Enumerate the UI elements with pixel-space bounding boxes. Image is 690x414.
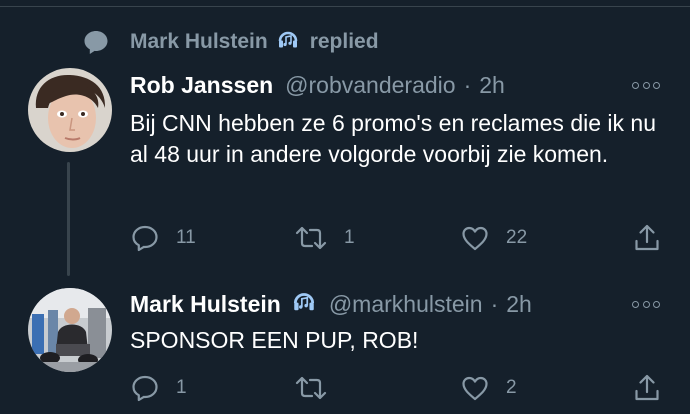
reply-button[interactable]: 1 <box>130 372 187 404</box>
handle[interactable]: @markhulstein <box>329 291 483 318</box>
share-icon <box>632 373 662 403</box>
reply-count: 11 <box>176 227 196 248</box>
tweet-text: Bij CNN hebben ze 6 promo's en reclames … <box>130 110 656 167</box>
social-context[interactable]: Mark Hulstein replied <box>82 26 379 58</box>
tweet-header: Mark Hulstein @markhulstein · 2h <box>130 288 532 320</box>
tweet-header: Rob Janssen @robvanderadio · 2h <box>130 69 505 101</box>
share-button[interactable] <box>632 222 662 254</box>
retweet-count: 1 <box>344 227 355 248</box>
timestamp[interactable]: 2h <box>506 291 532 318</box>
tweet-actions: 11 1 22 <box>130 222 664 254</box>
reply-icon <box>130 373 160 403</box>
handle[interactable]: @robvanderadio <box>285 72 455 99</box>
like-button[interactable]: 2 <box>460 372 517 404</box>
retweet-icon <box>294 373 328 403</box>
like-count: 2 <box>506 377 517 398</box>
music-note-icon <box>276 27 300 57</box>
timestamp[interactable]: 2h <box>479 72 505 99</box>
context-action-text: replied <box>309 30 379 53</box>
avatar-mark-hulstein[interactable] <box>28 288 112 372</box>
reply-button[interactable]: 11 <box>130 222 196 254</box>
more-options-icon[interactable] <box>632 78 660 92</box>
retweet-button[interactable]: 1 <box>294 222 355 254</box>
more-options-icon[interactable] <box>632 297 660 311</box>
tweet-text: SPONSOR EEN PUP, ROB! <box>130 327 419 353</box>
display-name[interactable]: Mark Hulstein <box>130 291 281 318</box>
music-note-icon <box>291 288 317 320</box>
context-user-name[interactable]: Mark Hulstein <box>130 30 268 54</box>
top-divider <box>0 6 690 7</box>
like-button[interactable]: 22 <box>460 222 527 254</box>
share-button[interactable] <box>632 372 662 404</box>
speech-bubble-icon <box>82 28 110 56</box>
thread-connector-line <box>67 162 70 276</box>
retweet-icon <box>294 223 328 253</box>
share-icon <box>632 223 662 253</box>
like-count: 22 <box>506 227 528 248</box>
separator-dot: · <box>463 71 472 98</box>
separator-dot: · <box>490 290 499 317</box>
tweet-thread: Mark Hulstein replied Rob Janssen @robva… <box>0 0 690 414</box>
display-name[interactable]: Rob Janssen <box>130 72 273 99</box>
reply-count: 1 <box>176 377 187 398</box>
heart-icon <box>460 373 490 403</box>
reply-icon <box>130 223 160 253</box>
avatar-rob-janssen[interactable] <box>28 68 112 152</box>
tweet-actions: 1 2 <box>130 372 664 404</box>
heart-icon <box>460 223 490 253</box>
retweet-button[interactable] <box>294 372 344 404</box>
